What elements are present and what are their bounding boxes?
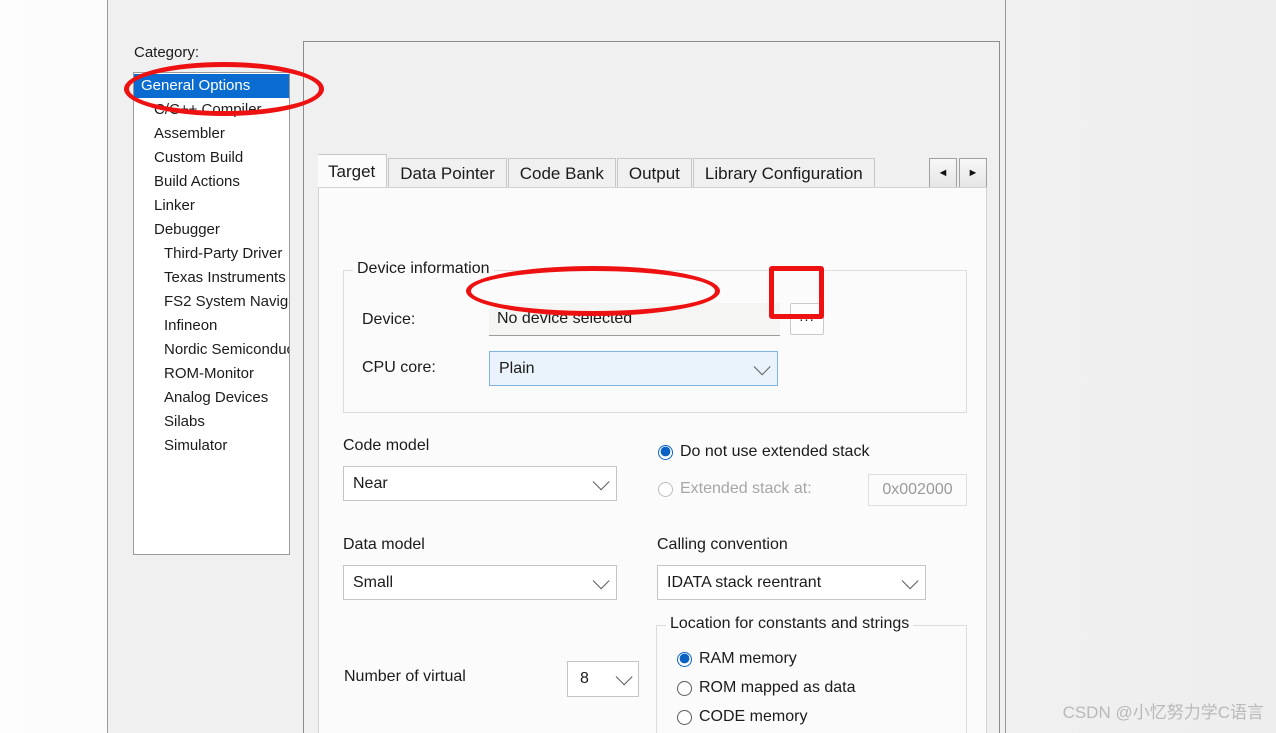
radio-label: CODE memory — [699, 708, 808, 725]
category-item-texas-instruments[interactable]: Texas Instruments — [134, 266, 289, 290]
tab-scroll-buttons: ◄ ► — [929, 158, 987, 188]
category-item-silabs[interactable]: Silabs — [134, 410, 289, 434]
chevron-down-icon — [592, 571, 610, 589]
radio-label: RAM memory — [699, 650, 797, 667]
tab-content-panel: Device information Device: No device sel… — [318, 187, 987, 733]
radio-dot-icon — [677, 680, 692, 696]
tab-strip: Target Data Pointer Code Bank Output Lib… — [318, 154, 987, 188]
device-information-title: Device information — [353, 260, 494, 278]
csdn-watermark: CSDN @小忆努力学C语言 — [1062, 703, 1264, 722]
category-item-debugger[interactable]: Debugger — [134, 218, 289, 242]
category-item-custom-build[interactable]: Custom Build — [134, 146, 289, 170]
radio-label: ROM mapped as data — [699, 679, 856, 696]
constants-location-title: Location for constants and strings — [666, 615, 914, 633]
number-of-virtual-combo[interactable]: 8 — [567, 661, 639, 697]
calling-convention-combo[interactable]: IDATA stack reentrant — [657, 565, 926, 600]
chevron-down-icon — [753, 357, 771, 375]
chevron-down-icon — [615, 668, 633, 686]
category-item-nordic-semiconductor[interactable]: Nordic Semiconductor — [134, 338, 289, 362]
radio-extended-stack-at[interactable]: Extended stack at: — [658, 480, 812, 498]
code-model-value: Near — [353, 474, 388, 492]
constants-location-group: Location for constants and strings RAM m… — [656, 615, 967, 733]
calling-convention-value: IDATA stack reentrant — [667, 573, 822, 591]
device-information-group: Device information Device: No device sel… — [343, 260, 967, 413]
category-label: Category: — [134, 44, 200, 61]
tab-target[interactable]: Target — [318, 154, 388, 188]
category-item-linker[interactable]: Linker — [134, 194, 289, 218]
number-of-virtual-value: 8 — [580, 670, 589, 687]
tab-code-bank[interactable]: Code Bank — [507, 158, 616, 188]
device-label: Device: — [362, 311, 416, 328]
number-of-virtual-label: Number of virtual — [344, 668, 466, 685]
data-model-combo[interactable]: Small — [343, 565, 617, 600]
category-list[interactable]: General Options C/C++ Compiler Assembler… — [133, 72, 290, 555]
cpu-core-label: CPU core: — [362, 359, 436, 376]
code-model-label: Code model — [343, 437, 430, 454]
extended-stack-address-field[interactable]: 0x002000 — [868, 474, 967, 506]
radio-code-memory[interactable]: CODE memory — [677, 708, 807, 726]
radio-do-not-use-extended-stack[interactable]: Do not use extended stack — [658, 443, 869, 461]
tab-scroll-left-icon[interactable]: ◄ — [929, 158, 957, 188]
cpu-core-value: Plain — [499, 359, 535, 377]
category-item-general-options[interactable]: General Options — [134, 74, 289, 98]
chevron-down-icon — [592, 472, 610, 490]
category-item-assembler[interactable]: Assembler — [134, 122, 289, 146]
data-model-value: Small — [353, 573, 394, 591]
code-model-combo[interactable]: Near — [343, 466, 617, 501]
device-browse-button[interactable]: ... — [790, 303, 824, 335]
radio-dot-icon — [658, 444, 673, 460]
screenshot-root: Category: General Options C/C++ Compiler… — [0, 0, 1276, 733]
radio-rom-mapped-as-data[interactable]: ROM mapped as data — [677, 679, 856, 697]
radio-dot-icon — [677, 709, 692, 725]
project-options-dialog: Category: General Options C/C++ Compiler… — [107, 0, 1006, 733]
device-field[interactable]: No device selected — [489, 303, 780, 336]
category-item-infineon[interactable]: Infineon — [134, 314, 289, 338]
category-item-fs2-system-navigator[interactable]: FS2 System Navigator — [134, 290, 289, 314]
category-item-simulator[interactable]: Simulator — [134, 434, 289, 458]
tab-scroll-right-icon[interactable]: ► — [959, 158, 987, 188]
radio-dot-icon — [658, 481, 673, 497]
chevron-down-icon — [901, 571, 919, 589]
cpu-core-combo[interactable]: Plain — [489, 351, 778, 386]
radio-ram-memory[interactable]: RAM memory — [677, 650, 797, 668]
category-item-third-party-driver[interactable]: Third-Party Driver — [134, 242, 289, 266]
data-model-label: Data model — [343, 536, 425, 553]
calling-convention-label: Calling convention — [657, 536, 788, 553]
options-pane: Target Data Pointer Code Bank Output Lib… — [303, 41, 1000, 733]
tab-library-configuration[interactable]: Library Configuration — [692, 158, 875, 188]
radio-label: Do not use extended stack — [680, 443, 870, 460]
category-item-build-actions[interactable]: Build Actions — [134, 170, 289, 194]
category-item-c-cpp-compiler[interactable]: C/C++ Compiler — [134, 98, 289, 122]
tab-output[interactable]: Output — [616, 158, 692, 188]
category-item-analog-devices[interactable]: Analog Devices — [134, 386, 289, 410]
radio-label: Extended stack at: — [680, 480, 812, 497]
radio-dot-icon — [677, 651, 692, 667]
tab-data-pointer[interactable]: Data Pointer — [388, 158, 507, 188]
category-item-rom-monitor[interactable]: ROM-Monitor — [134, 362, 289, 386]
